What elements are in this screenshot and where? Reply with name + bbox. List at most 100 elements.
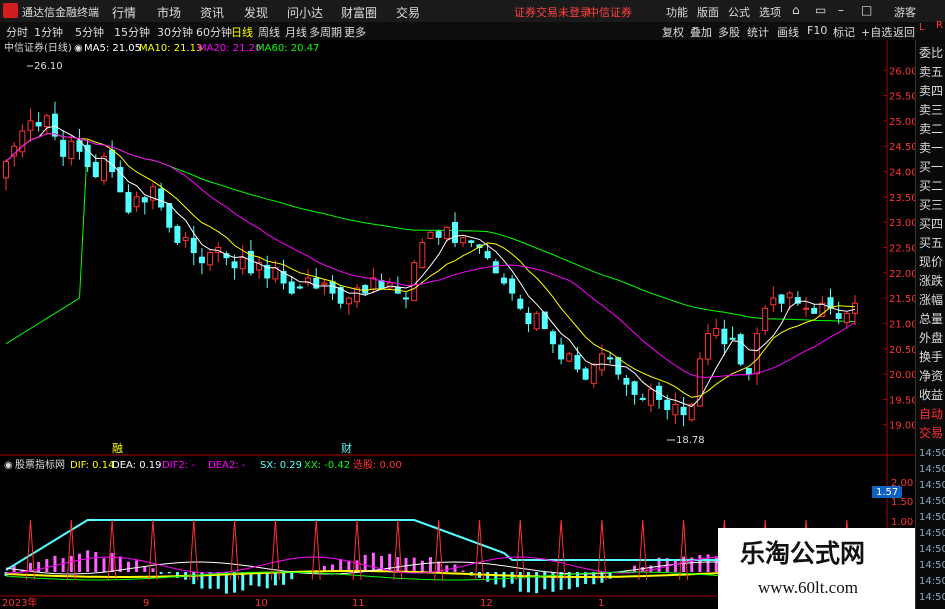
btn-biaoji[interactable]: 标记: [833, 24, 855, 40]
indicator-sx: SX: 0.29: [260, 460, 302, 471]
guest-label[interactable]: 游客: [894, 4, 916, 20]
trade-login-status[interactable]: 证券交易未登录: [514, 4, 591, 20]
right-item-5[interactable]: 卖一: [919, 139, 943, 156]
period-monthly[interactable]: 月线: [285, 24, 307, 40]
indicator-ytick-15: 1.50: [891, 497, 913, 508]
y-tick-5: 23.50: [889, 193, 915, 204]
btn-duogu[interactable]: 多股: [718, 24, 740, 40]
indicator-dea2: DEA2: -: [208, 460, 246, 471]
btn-zixuan[interactable]: +自选: [861, 24, 892, 40]
right-time-4: 14:50: [919, 512, 945, 523]
period-daily[interactable]: 日线: [231, 24, 253, 40]
right-item-10[interactable]: 买五: [919, 234, 943, 251]
candle[interactable]: [737, 332, 744, 367]
indicator-settings-icon[interactable]: ◉: [4, 460, 13, 471]
menu-jiaoyi[interactable]: 交易: [396, 4, 420, 21]
right-item-20[interactable]: 交易: [919, 424, 943, 441]
x-label-12: 12: [480, 598, 493, 609]
right-time-8: 14:50: [919, 576, 945, 587]
right-item-7[interactable]: 买二: [919, 177, 943, 194]
indicator-dea: DEA: 0.19: [112, 460, 162, 471]
right-label-l[interactable]: L: [919, 22, 925, 33]
x-label-1: 1: [598, 598, 604, 609]
btn-f10[interactable]: F10: [807, 24, 827, 37]
right-item-3[interactable]: 卖三: [919, 101, 943, 118]
kline-chart[interactable]: 中信证券(日线) ◉ MA5: 21.05 MA10: 21.13 MA20: …: [0, 40, 915, 609]
right-item-8[interactable]: 买三: [919, 196, 943, 213]
menu-caifuquan[interactable]: 财富圈: [341, 4, 377, 21]
y-tick-9: 21.50: [889, 294, 915, 305]
right-label-r[interactable]: R: [936, 20, 943, 31]
right-item-15[interactable]: 外盘: [919, 329, 943, 346]
right-item-0[interactable]: 委比: [919, 44, 943, 61]
right-item-9[interactable]: 买四: [919, 215, 943, 232]
marker-cai[interactable]: 财: [341, 441, 352, 455]
period-weekly[interactable]: 周线: [258, 24, 280, 40]
candle[interactable]: [762, 304, 769, 335]
period-30min[interactable]: 30分钟: [157, 24, 193, 40]
right-item-4[interactable]: 卖二: [919, 120, 943, 137]
menu-hangqing[interactable]: 行情: [112, 4, 136, 21]
candle[interactable]: [411, 259, 418, 302]
tool-banmian[interactable]: 版面: [697, 4, 719, 20]
notification-icon[interactable]: ⌂: [792, 3, 800, 17]
broker-name[interactable]: 中信证券: [588, 4, 632, 20]
period-fenshi[interactable]: 分时: [6, 24, 28, 40]
right-time-6: 14:50: [919, 544, 945, 555]
period-multi[interactable]: 多周期: [309, 24, 342, 40]
period-60min[interactable]: 60分钟: [196, 24, 232, 40]
y-tick-6: 23.00: [889, 218, 915, 229]
maximize-icon[interactable]: □: [861, 3, 872, 17]
x-label-11: 11: [352, 598, 365, 609]
menu-faxian[interactable]: 发现: [244, 4, 268, 21]
candle[interactable]: [419, 238, 426, 269]
right-quote-panel: R 委比卖五卖四卖三卖二卖一买一买二买三买四买五现价涨跌涨幅总量外盘换手净资收益…: [915, 20, 945, 609]
candle[interactable]: [174, 224, 181, 245]
marker-rong[interactable]: 融: [112, 442, 123, 455]
btn-fuquan[interactable]: 复权: [662, 24, 684, 40]
app-name: 通达信金融终端: [22, 6, 99, 19]
right-item-17[interactable]: 净资: [919, 367, 943, 384]
right-item-12[interactable]: 涨跌: [919, 272, 943, 289]
right-item-16[interactable]: 换手: [919, 348, 943, 365]
candle[interactable]: [533, 311, 540, 332]
btn-tongji[interactable]: 统计: [747, 24, 769, 40]
right-item-13[interactable]: 涨幅: [919, 291, 943, 308]
right-item-18[interactable]: 收益: [919, 386, 943, 403]
menu-wenxiaoda[interactable]: 问小达: [287, 4, 323, 21]
y-tick-14: 19.00: [889, 421, 915, 432]
candle[interactable]: [541, 311, 548, 330]
right-item-2[interactable]: 卖四: [919, 82, 943, 99]
tool-gongneng[interactable]: 功能: [666, 4, 688, 20]
period-1min[interactable]: 1分钟: [34, 24, 63, 40]
menu-zixun[interactable]: 资讯: [200, 4, 224, 21]
screen-icon[interactable]: ▭: [815, 3, 826, 17]
btn-diejia[interactable]: 叠加: [690, 24, 712, 40]
y-tick-8: 22.00: [889, 269, 915, 280]
btn-fanhui[interactable]: 返回: [893, 24, 915, 40]
period-15min[interactable]: 15分钟: [114, 24, 150, 40]
right-item-1[interactable]: 卖五: [919, 63, 943, 80]
candle[interactable]: [582, 366, 589, 381]
period-more[interactable]: 更多: [344, 24, 366, 40]
watermark-title: 乐淘公式网: [740, 539, 866, 568]
right-time-5: 14:50: [919, 528, 945, 539]
candle[interactable]: [100, 152, 107, 185]
app-logo-icon: [3, 3, 18, 18]
tool-xuanxiang[interactable]: 选项: [759, 4, 781, 20]
y-tick-4: 24.00: [889, 168, 915, 179]
chart-header: 中信证券(日线): [4, 41, 72, 54]
btn-huaxian[interactable]: 画线: [777, 24, 799, 40]
minimize-icon[interactable]: –: [838, 3, 844, 17]
candle[interactable]: [566, 351, 573, 363]
settings-icon[interactable]: ◉: [74, 43, 83, 54]
tool-gongshi[interactable]: 公式: [728, 4, 750, 20]
right-item-19[interactable]: 自动: [919, 405, 943, 422]
right-item-14[interactable]: 总量: [919, 310, 943, 327]
x-label-10: 10: [255, 598, 268, 609]
menu-shichang[interactable]: 市场: [157, 4, 181, 21]
period-5min[interactable]: 5分钟: [75, 24, 104, 40]
period-toolbar: 分时 1分钟 5分钟 15分钟 30分钟 60分钟 日线 周线 月线 多周期 更…: [0, 22, 945, 41]
right-item-6[interactable]: 买一: [919, 158, 943, 175]
right-item-11[interactable]: 现价: [919, 253, 943, 270]
